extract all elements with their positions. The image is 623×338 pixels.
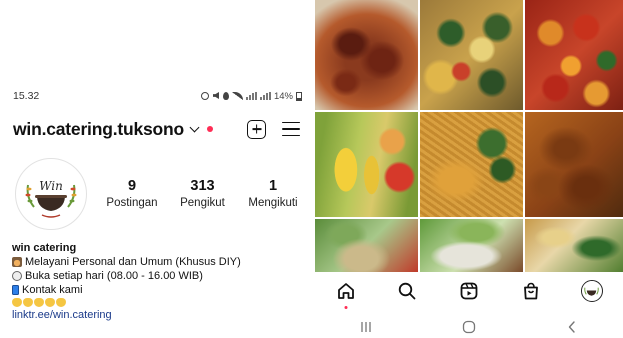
location-icon [222, 92, 229, 100]
posts-panel [315, 0, 623, 338]
signal-icon-2 [259, 92, 271, 100]
back-chevron-icon [568, 321, 575, 333]
post-vegetable-soup[interactable] [315, 112, 418, 217]
create-post-icon[interactable] [247, 119, 266, 139]
profile-bio: win catering Melayani Personal dan Umum … [12, 241, 307, 322]
catering-logo-icon: Win [20, 163, 82, 225]
profile-stats: 9 Postingan 313 Pengikut 1 Mengikuti [100, 178, 305, 209]
stat-following-count: 1 [268, 178, 278, 194]
system-back[interactable] [560, 315, 584, 338]
reels-icon [460, 282, 478, 300]
stat-posts[interactable]: 9 Postingan [100, 178, 164, 209]
nav-reels[interactable] [457, 279, 481, 303]
hamburger-menu-icon[interactable] [282, 121, 300, 137]
posts-grid [315, 0, 623, 272]
clock-icon [12, 271, 22, 281]
home-circle-icon [462, 320, 476, 334]
bio-line-service: Melayani Personal dan Umum (Khusus DIY) [12, 255, 307, 269]
stat-followers[interactable]: 313 Pengikut [171, 178, 235, 209]
account-switcher[interactable]: win.catering.tuksono [13, 118, 214, 140]
wifi-icon [231, 92, 243, 100]
status-time: 15.32 [13, 90, 40, 102]
profile-header: win.catering.tuksono [13, 118, 300, 140]
nav-home[interactable] [334, 279, 358, 309]
nav-profile[interactable] [580, 279, 604, 303]
system-nav-bar [315, 318, 623, 336]
stat-followers-label: Pengikut [180, 197, 225, 209]
alarm-icon [200, 92, 209, 100]
logo-text: Win [39, 179, 63, 193]
pointing-down-hands-icon [12, 298, 307, 307]
recent-apps-icon [361, 322, 371, 332]
battery-icon [296, 91, 302, 101]
notification-dot [207, 126, 214, 132]
stat-following[interactable]: 1 Mengikuti [241, 178, 305, 209]
bio-line-service-text: Melayani Personal dan Umum (Khusus DIY) [25, 256, 241, 268]
cooking-pot-icon [12, 257, 22, 267]
system-home[interactable] [457, 315, 481, 338]
bottom-nav [315, 276, 623, 309]
bio-link[interactable]: linktr.ee/win.catering [12, 308, 307, 322]
nav-shop[interactable] [519, 279, 543, 303]
signal-icon [245, 92, 257, 100]
header-actions [247, 119, 300, 139]
avatar[interactable]: Win [15, 158, 87, 230]
bio-line-hours-text: Buka setiap hari (08.00 - 16.00 WIB) [25, 270, 203, 282]
status-icons: 14% [200, 90, 302, 102]
stat-followers-count: 313 [190, 178, 215, 194]
profile-panel: 15.32 14% win.catering.tuksono Win 9 Pos… [0, 0, 312, 338]
bio-name: win catering [12, 242, 77, 254]
post-red-sambal-potato[interactable] [525, 0, 623, 110]
bio-line-contact-text: Kontak kami [22, 284, 83, 296]
battery-percent: 14% [273, 90, 293, 102]
profile-avatar [581, 280, 604, 302]
bio-line-hours: Buka setiap hari (08.00 - 16.00 WIB) [12, 269, 307, 283]
system-recent-apps[interactable] [354, 315, 378, 338]
stat-following-label: Mengikuti [248, 197, 298, 209]
mute-icon [212, 92, 220, 100]
status-bar: 15.32 14% [13, 89, 302, 103]
post-vegetable-stir-fry[interactable] [420, 0, 523, 110]
chevron-down-icon [189, 122, 200, 132]
nav-search[interactable] [395, 279, 419, 303]
stat-posts-count: 9 [127, 178, 137, 194]
post-noodle-dish[interactable] [420, 112, 523, 217]
post-steamed-dish[interactable] [315, 219, 418, 272]
profile-avatar-logo-icon [582, 281, 602, 300]
search-icon [399, 282, 416, 300]
stat-posts-label: Postingan [106, 197, 158, 209]
shop-icon [523, 282, 538, 300]
home-icon [337, 283, 354, 299]
post-leaf-wrapped-dish[interactable] [420, 219, 523, 272]
post-rendang[interactable] [315, 0, 418, 110]
post-salad-dish[interactable] [525, 219, 623, 272]
phone-icon [12, 285, 19, 295]
username: win.catering.tuksono [13, 118, 185, 139]
avatar-logo: Win [20, 163, 82, 225]
post-grilled-chicken[interactable] [525, 112, 623, 217]
bio-line-contact: Kontak kami [12, 283, 307, 297]
home-active-dot [344, 306, 348, 309]
